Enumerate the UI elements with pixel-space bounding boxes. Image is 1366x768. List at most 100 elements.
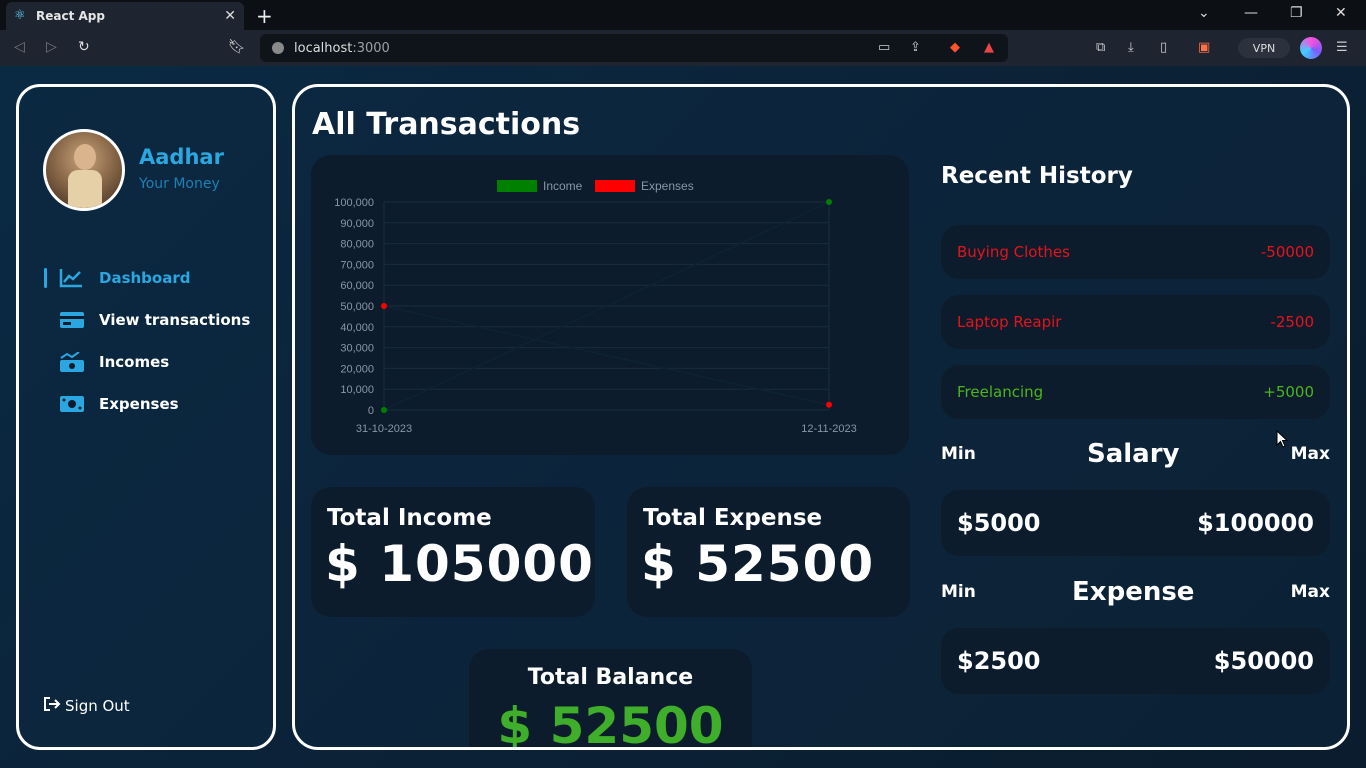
forward-icon[interactable]: ▷ [46,39,57,55]
transactions-chart: 100,000 90,000 80,000 70,000 60,000 50,000 40,… [311,155,909,455]
minimize-icon[interactable]: — [1244,5,1258,21]
money-bill-icon [59,394,87,414]
sidebar-item-label: View transactions [99,311,251,329]
history-item-name: Laptop Reapir [957,313,1062,331]
react-favicon-icon: ⚛ [14,8,26,23]
cast-icon[interactable]: ▭ [878,40,890,55]
data-point [826,401,832,408]
avatar [43,129,125,211]
salary-min-label: Min [941,444,976,464]
sign-out-icon [43,697,61,715]
vpn-label: VPN [1252,41,1276,55]
y-tick-label: 10,000 [340,384,374,396]
brave-rewards-icon[interactable]: ▲ [984,40,994,55]
bookmark-icon[interactable]: 🔖︎ [228,39,246,55]
y-tick-label: 0 [368,405,374,417]
close-window-icon[interactable]: ✕ [1335,5,1347,21]
y-tick-label: 50,000 [340,301,374,313]
expense-max-label: Max [1290,582,1330,602]
y-tick-label: 40,000 [340,322,374,334]
total-income-card: Total Income $ 105000 [311,487,595,617]
tab-search-icon[interactable]: ⌄ [1198,5,1210,21]
reload-icon[interactable]: ↻ [78,39,90,55]
salary-max-value: $100000 [1197,509,1314,537]
sidebar-menu: Dashboard View transactions Incomes Expe… [41,257,261,425]
site-info-icon[interactable] [272,42,284,54]
data-point [826,199,832,205]
total-expense-value: $ 52500 [641,535,875,593]
new-tab-icon[interactable]: + [256,4,273,28]
total-income-value: $ 105000 [325,535,594,593]
y-tick-label: 20,000 [340,363,374,375]
sidebar-item-expenses[interactable]: Expenses [41,383,261,425]
wallet-icon[interactable]: ▣ [1198,40,1210,55]
browser-toolbar: ◁ ▷ ↻ 🔖︎ localhost:3000 ▭ ⇪ ◆ ▲ ⧉ ⤓ ▯ ▣ … [0,30,1366,66]
sidebar-toggle-icon[interactable]: ▯ [1160,40,1167,55]
y-tick-label: 60,000 [340,280,374,292]
total-expense-card: Total Expense $ 52500 [627,487,910,617]
avatar-head [74,144,96,170]
sidebar-item-label: Expenses [99,395,179,413]
history-item-amount: -2500 [1270,313,1314,331]
y-tick-label: 90,000 [340,218,374,230]
sidebar-item-view-transactions[interactable]: View transactions [41,299,261,341]
restore-icon[interactable]: ❐ [1290,5,1303,21]
chart-line-icon [59,268,87,288]
download-icon[interactable]: ⤓ [1128,40,1134,55]
sign-out-label: Sign Out [65,697,130,715]
salary-min-value: $5000 [957,509,1041,537]
salary-title: Salary [1087,439,1180,469]
salary-max-label: Max [1290,444,1330,464]
credit-card-icon [59,311,87,329]
extensions-icon[interactable]: ⧉ [1096,40,1105,55]
y-tick-label: 70,000 [340,259,374,271]
sign-out-button[interactable]: Sign Out [43,697,130,715]
mouse-cursor-icon [1276,430,1288,448]
salary-range-box: $5000 $100000 [941,490,1330,556]
url-host: localhost [294,40,353,56]
y-tick-label: 100,000 [334,197,374,209]
legend-swatch [595,180,635,192]
share-icon[interactable]: ⇪ [910,40,921,55]
history-item-amount: -50000 [1260,243,1314,261]
browser-tab-bar: ⚛ React App ✕ + ⌄ — ❐ ✕ [0,0,1366,30]
address-bar[interactable]: localhost:3000 [260,34,1008,62]
app-page: Aadhar Your Money Dashboard View transac… [0,66,1366,768]
y-tick-label: 30,000 [340,343,374,355]
sidebar-item-label: Dashboard [99,269,191,287]
history-item-amount: +5000 [1263,383,1314,401]
x-tick-label: 31-10-2023 [356,423,412,435]
brave-shield-icon[interactable]: ◆ [950,40,960,55]
profile-avatar-icon[interactable] [1300,37,1322,59]
history-item-name: Freelancing [957,383,1044,401]
money-bill-trend-icon [59,352,87,372]
data-point [381,407,387,413]
page-title: All Transactions [312,107,581,142]
total-balance-label: Total Balance [527,665,694,690]
url-port: :3000 [352,40,390,56]
history-item: Freelancing +5000 [941,365,1330,419]
sidebar: Aadhar Your Money Dashboard View transac… [16,84,276,750]
total-expense-label: Total Expense [643,505,823,531]
line-chart: 100,000 90,000 80,000 70,000 60,000 50,000 40,… [334,179,856,435]
sidebar-item-incomes[interactable]: Incomes [41,341,261,383]
sidebar-item-label: Incomes [99,353,170,371]
menu-icon[interactable]: ☰ [1336,40,1348,55]
tab-close-icon[interactable]: ✕ [224,8,236,24]
x-tick-label: 12-11-2023 [801,423,856,435]
history-item: Buying Clothes -50000 [941,225,1330,279]
expense-range-header: Min Expense Max [941,575,1330,609]
vpn-button[interactable]: VPN [1238,38,1290,58]
history-item: Laptop Reapir -2500 [941,295,1330,349]
browser-tab[interactable]: ⚛ React App ✕ [6,2,244,30]
back-icon[interactable]: ◁ [14,39,25,55]
total-balance-value: $ 52500 [497,697,724,750]
sidebar-item-dashboard[interactable]: Dashboard [41,257,261,299]
main-panel: All Transactions 100,000 90,000 80,000 70,0… [292,84,1350,750]
series-line [383,305,830,406]
data-point [381,303,387,309]
history-item-name: Buying Clothes [957,243,1070,261]
username: Aadhar [139,145,224,169]
legend-swatch [497,180,537,192]
expense-min-value: $2500 [957,647,1041,675]
